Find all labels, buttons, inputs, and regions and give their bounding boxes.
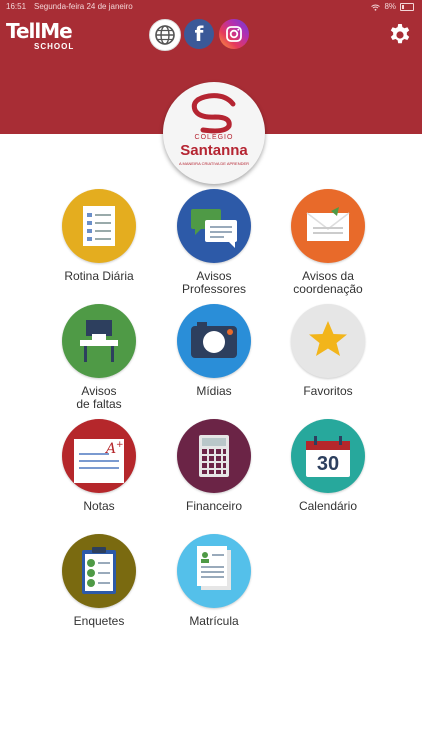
tile-enquetes[interactable]: Enquetes <box>44 534 154 628</box>
rotina-diaria-circle <box>62 189 136 263</box>
battery-icon <box>400 3 414 11</box>
tile-label: Favoritos <box>303 384 353 398</box>
calendar-day-number: 30 <box>316 453 340 475</box>
svg-text:+: + <box>116 440 124 450</box>
tile-matricula[interactable]: Matrícula <box>159 534 269 628</box>
globe-icon <box>155 25 175 45</box>
favoritos-circle <box>291 304 365 378</box>
star-icon <box>309 321 347 356</box>
matricula-circle <box>177 534 251 608</box>
financeiro-circle <box>177 419 251 493</box>
tile-label: Calendário <box>298 499 358 513</box>
tile-label: Avisos da coordenação <box>293 269 363 296</box>
school-s-emblem-icon <box>191 93 236 134</box>
desk-chair-icon <box>80 320 118 362</box>
website-globe-button[interactable] <box>149 19 181 51</box>
tile-rotina-diaria[interactable]: Rotina Diária <box>44 189 154 283</box>
tile-favoritos[interactable]: Favoritos <box>273 304 383 398</box>
tile-avisos-faltas[interactable]: Avisos de faltas <box>44 304 154 411</box>
instagram-button[interactable] <box>219 19 249 49</box>
tile-label: Notas <box>83 499 115 513</box>
status-bar: 16:51 Segunda-feira 24 de janeiro 8% <box>0 0 422 14</box>
brand-subtitle: SCHOOL <box>34 42 75 51</box>
calendario-circle: 30 <box>291 419 365 493</box>
tile-label: Enquetes <box>73 614 125 628</box>
envelope-icon <box>306 207 350 241</box>
settings-gear-icon[interactable] <box>388 23 412 47</box>
wifi-icon <box>371 4 381 11</box>
tile-label: Avisos de faltas <box>76 384 122 411</box>
tile-label: Avisos Professores <box>181 269 247 296</box>
tile-label: Financeiro <box>185 499 243 513</box>
avisos-faltas-circle <box>62 304 136 378</box>
facebook-icon: f <box>194 22 204 46</box>
tile-financeiro[interactable]: Financeiro <box>159 419 269 513</box>
chat-bubbles-icon <box>191 209 237 248</box>
tile-label: Matrícula <box>189 614 239 628</box>
camera-icon <box>191 322 237 358</box>
battery-percent: 8% <box>384 2 396 11</box>
enrollment-document-icon <box>197 546 231 590</box>
avisos-professores-circle <box>177 189 251 263</box>
clipboard-icon <box>82 547 116 594</box>
checklist-icon <box>83 206 115 246</box>
avisos-coordenacao-circle <box>291 189 365 263</box>
instagram-icon <box>226 26 242 42</box>
school-tagline: A MANEIRA CRIATIVA DE APRENDER <box>178 161 250 166</box>
notas-circle: A + <box>62 419 136 493</box>
tellme-logo: TellMe SCHOOL <box>6 19 73 51</box>
tile-label: Mídias <box>196 384 232 398</box>
school-logo: COLÉGIO Santanna A MANEIRA CRIATIVA DE A… <box>163 82 265 184</box>
status-date: Segunda-feira 24 de janeiro <box>34 2 133 11</box>
tile-notas[interactable]: A + Notas <box>44 419 154 513</box>
brand-title: TellMe <box>6 19 73 43</box>
tile-calendario[interactable]: 30 Calendário <box>273 419 383 513</box>
graded-paper-icon: A + <box>74 439 124 483</box>
school-line1: COLÉGIO <box>194 134 234 141</box>
tile-midias[interactable]: Mídias <box>159 304 269 398</box>
tile-label: Rotina Diária <box>64 269 134 283</box>
facebook-button[interactable]: f <box>184 19 214 49</box>
midias-circle <box>177 304 251 378</box>
tile-avisos-coordenacao[interactable]: Avisos da coordenação <box>273 189 383 296</box>
tile-avisos-professores[interactable]: Avisos Professores <box>159 189 269 296</box>
status-time: 16:51 <box>6 2 27 11</box>
school-name: Santanna <box>180 142 248 159</box>
svg-text:A: A <box>104 441 116 457</box>
calculator-icon <box>199 435 229 477</box>
enquetes-circle <box>62 534 136 608</box>
